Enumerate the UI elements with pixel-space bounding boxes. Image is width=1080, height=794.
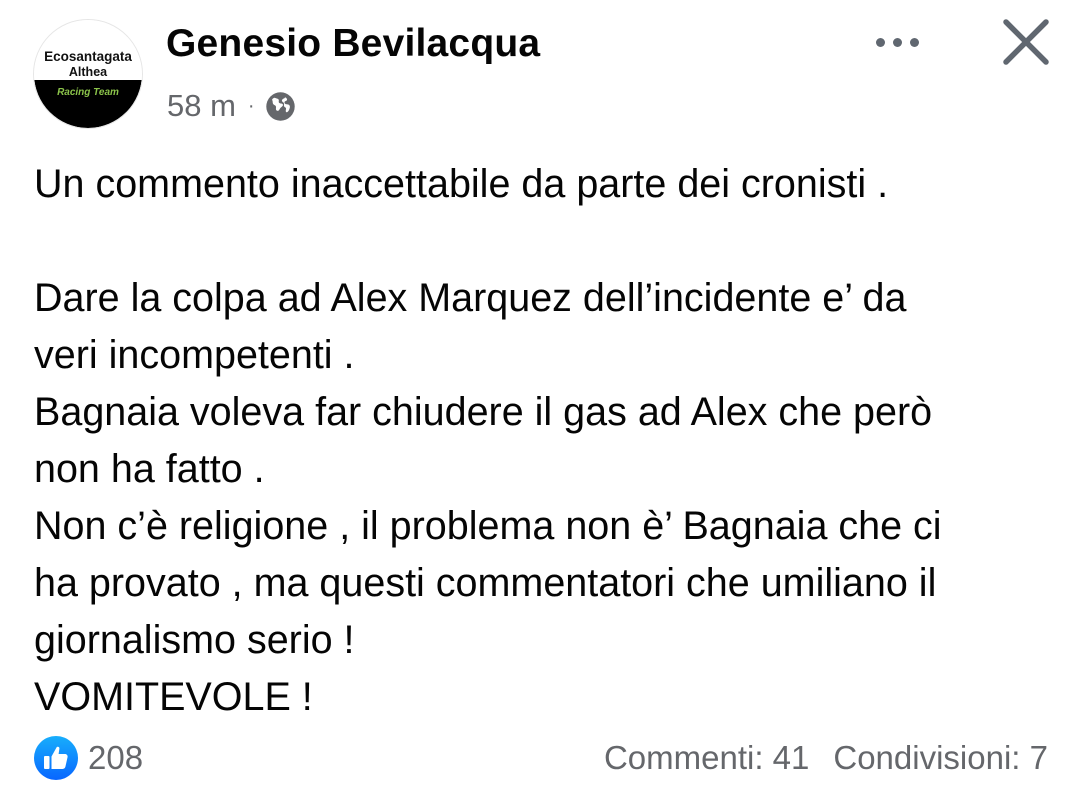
post-body-line: VOMITEVOLE ! — [34, 675, 313, 719]
post-body-line: non ha fatto . — [34, 447, 265, 491]
post-stats: Commenti: 41 Condivisioni: 7 — [604, 735, 1048, 781]
meta-separator: · — [247, 94, 255, 117]
post-body-line: Un commento inaccettabile da parte dei c… — [34, 162, 889, 206]
post-meta: 58 m · — [167, 86, 296, 126]
author-avatar[interactable]: Ecosantagata Althea Racing Team — [34, 20, 142, 128]
post-body-line: veri incompetenti . — [34, 333, 355, 377]
author-name[interactable]: Genesio Bevilacqua — [166, 22, 540, 66]
avatar-text-line1: Ecosantagata — [44, 49, 132, 64]
post-footer: 208 Commenti: 41 Condivisioni: 7 — [34, 735, 1048, 781]
shares-count-link[interactable]: Condivisioni: 7 — [833, 739, 1048, 777]
more-dot — [909, 37, 919, 47]
post-body-line: Bagnaia voleva far chiudere il gas ad Al… — [34, 390, 933, 434]
reaction-count: 208 — [88, 739, 144, 776]
comments-count-link[interactable]: Commenti: 41 — [604, 739, 809, 777]
post-body-line: Non c’è religione , il problema non è’ B… — [34, 504, 942, 548]
post-body-line: Dare la colpa ad Alex Marquez dell’incid… — [34, 276, 907, 320]
like-icon — [34, 736, 78, 780]
avatar-text-line2: Althea — [69, 65, 108, 79]
avatar-text-line3: Racing Team — [57, 87, 119, 98]
globe-icon[interactable] — [265, 91, 296, 122]
more-dot — [892, 37, 902, 47]
post-body: Un commento inaccettabile da parte dei c… — [34, 156, 1054, 726]
more-options-icon[interactable] — [864, 22, 930, 62]
reactions-summary[interactable]: 208 — [34, 735, 143, 781]
post-timestamp[interactable]: 58 m — [167, 88, 236, 124]
more-dot — [875, 37, 885, 47]
post-card: Ecosantagata Althea Racing Team Genesio … — [0, 0, 1080, 794]
avatar-logo-image: Ecosantagata Althea Racing Team — [34, 20, 142, 128]
close-icon[interactable] — [994, 10, 1058, 74]
post-body-line: giornalismo serio ! — [34, 618, 355, 662]
post-body-line: ha provato , ma questi commentatori che … — [34, 561, 937, 605]
